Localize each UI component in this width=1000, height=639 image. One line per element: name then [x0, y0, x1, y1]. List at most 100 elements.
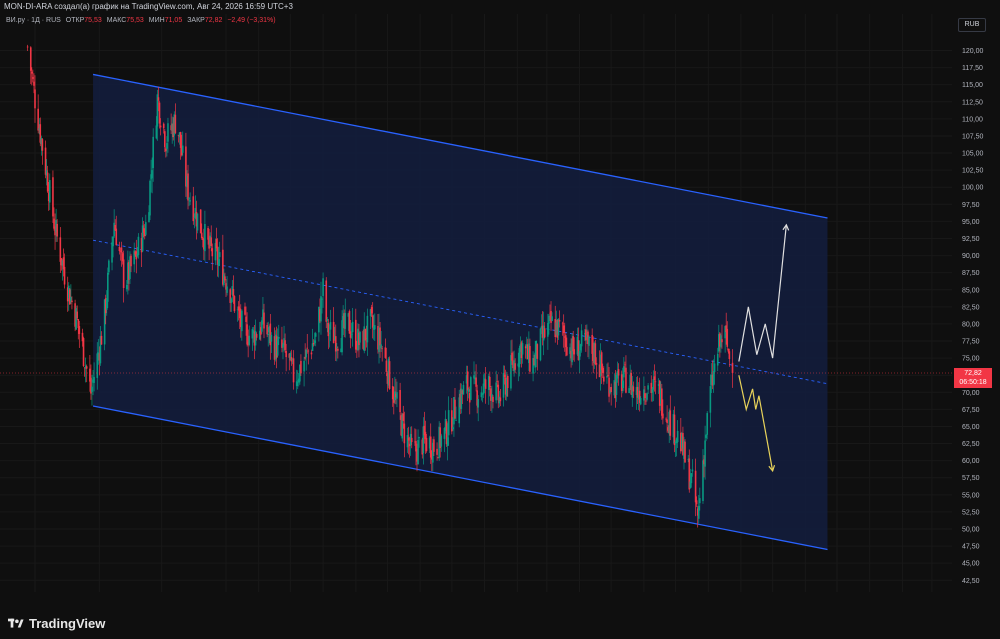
candle-body: [433, 439, 435, 452]
candle-body: [406, 435, 409, 448]
candle-body: [63, 266, 66, 285]
last-price-tag: 72,82 06:50:18: [954, 368, 992, 388]
candle-body: [311, 343, 314, 351]
candle-body: [112, 236, 114, 247]
candle-body: [447, 410, 450, 436]
candle-body: [384, 347, 387, 358]
price-tick-label: 102,50: [962, 168, 984, 175]
candle-body: [322, 278, 324, 297]
candle-body: [351, 321, 354, 333]
candle-body: [163, 131, 166, 148]
price-chart[interactable]: Ноя2025МарМайИюнИюльАвгСенОктНояДек2026Ф…: [0, 14, 952, 592]
candle-body: [155, 125, 158, 139]
candle: [85, 364, 88, 383]
candle-body: [218, 252, 221, 258]
candle-body: [267, 333, 270, 336]
candle-body: [706, 413, 709, 435]
candle-body: [628, 388, 630, 394]
candle: [37, 94, 39, 134]
candle-body: [425, 437, 428, 452]
price-tick-label: 105,00: [962, 151, 984, 158]
price-axis[interactable]: 120,00 117,50 115,00 112,50 110,00 107,50 105,…: [952, 14, 1000, 592]
price-tick-label: 42,50: [962, 578, 980, 585]
price-tick-label: 92,50: [962, 236, 980, 243]
candle-body: [241, 310, 243, 332]
candle-body: [647, 385, 649, 390]
candle-body: [418, 437, 420, 439]
candle-body: [108, 260, 110, 273]
candle-body: [547, 322, 549, 337]
candle-body: [26, 46, 29, 48]
last-price-value: 72,82: [964, 370, 982, 377]
candle: [233, 295, 236, 314]
candle: [84, 357, 87, 383]
candle: [69, 288, 71, 305]
candle-body: [78, 326, 81, 334]
tradingview-logo[interactable]: TradingView: [8, 616, 105, 631]
candle-body: [348, 311, 351, 334]
candle-body: [329, 322, 332, 330]
candle-body: [210, 237, 213, 247]
candle-body: [454, 399, 456, 419]
tradingview-logo-icon: [8, 618, 24, 628]
candle-body: [481, 394, 484, 395]
candle-body: [514, 363, 516, 370]
candle: [199, 209, 202, 234]
candle-body: [462, 385, 465, 395]
candle-body: [585, 329, 587, 341]
symbol-label[interactable]: ВИ.ру · 1Д · RUS: [6, 17, 61, 24]
candle-body: [82, 338, 85, 366]
candle-body: [292, 358, 295, 383]
candle-body: [337, 348, 339, 351]
price-tick-label: 50,00: [962, 527, 980, 534]
candle-body: [32, 77, 34, 79]
candle-body: [52, 177, 54, 217]
candle-body: [713, 363, 716, 373]
candle-body: [695, 500, 698, 505]
regression-channel: [92, 73, 828, 551]
candle-body: [165, 148, 167, 152]
candle-body: [224, 276, 226, 281]
candle-body: [561, 323, 564, 325]
candle-body: [625, 367, 627, 393]
candle-body: [48, 180, 51, 203]
candle-body: [37, 108, 39, 131]
candle-body: [96, 353, 99, 378]
candle-body: [328, 332, 331, 334]
candle-body: [33, 81, 35, 86]
currency-button[interactable]: RUB: [958, 18, 986, 32]
candle-body: [71, 300, 73, 303]
candle-body: [149, 180, 151, 216]
price-tick-label: 52,50: [962, 509, 980, 516]
candle-body: [716, 353, 719, 366]
change-value: −2,49 (−3,31%): [227, 17, 276, 24]
candle-body: [312, 342, 315, 345]
price-tick-label: 107,50: [962, 133, 984, 140]
price-tick-label: 65,00: [962, 424, 980, 431]
candle-body: [407, 437, 410, 441]
candle-body: [705, 435, 707, 438]
candle-body: [370, 307, 373, 314]
candle-body: [373, 325, 376, 330]
candle: [196, 213, 199, 234]
candle-body: [336, 346, 338, 348]
candle-body: [617, 369, 620, 376]
price-tick-label: 120,00: [962, 48, 984, 55]
candle-body: [284, 340, 286, 351]
candle-body: [159, 125, 162, 128]
candle-body: [602, 376, 605, 382]
candle-body: [410, 437, 413, 443]
candle-body: [652, 379, 655, 390]
candle-body: [327, 322, 330, 337]
candle-body: [100, 335, 103, 345]
candle-body: [325, 280, 328, 322]
candle-body: [303, 360, 305, 372]
candle-body: [521, 343, 524, 355]
candle-body: [371, 315, 374, 328]
candle-body: [440, 435, 443, 447]
candle-body: [726, 328, 729, 347]
tradingview-brand: TradingView: [29, 616, 106, 631]
candle: [470, 375, 472, 401]
candle-body: [118, 246, 121, 252]
candle-body: [385, 360, 388, 372]
